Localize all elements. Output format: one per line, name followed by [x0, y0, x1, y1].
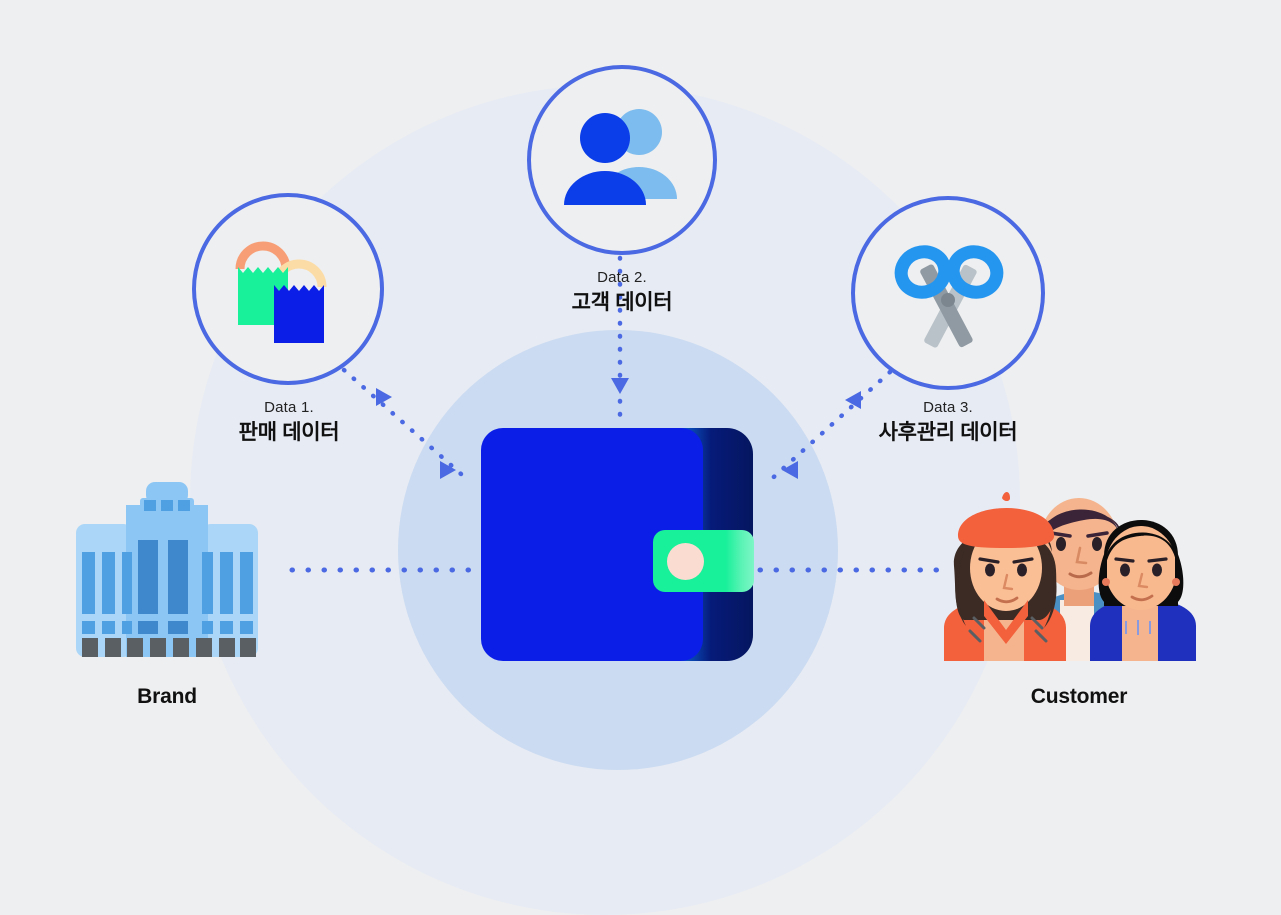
wallet-strap	[653, 530, 754, 592]
label-data-3-title: 사후관리 데이터	[878, 421, 1018, 444]
scissors-icon	[894, 245, 1004, 348]
office-building-icon	[76, 482, 258, 657]
node-data-2[interactable]	[527, 65, 717, 255]
diagram-canvas: Data 1. 판매 데이터 Data 2. 고객 데이터 Data 3. 사후…	[0, 0, 1281, 915]
label-data-2: Data 2. 고객 데이터	[523, 268, 721, 316]
label-data-2-title: 고객 데이터	[571, 291, 673, 314]
label-data-2-eyebrow: Data 2.	[597, 269, 647, 286]
shopping-bags-icon	[235, 241, 327, 343]
label-data-3: Data 3. 사후관리 데이터	[848, 398, 1048, 446]
label-data-1-title: 판매 데이터	[238, 421, 340, 444]
wallet-clasp-dot	[667, 543, 704, 580]
customer-label: Customer	[1030, 685, 1128, 708]
brand-label: Brand	[137, 685, 197, 708]
node-data-1[interactable]	[192, 193, 384, 385]
label-data-1: Data 1. 판매 데이터	[190, 398, 388, 446]
label-data-3-eyebrow: Data 3.	[923, 399, 973, 416]
people-icon	[564, 109, 677, 205]
customer-group-icon	[944, 492, 1196, 661]
wallet-icon[interactable]	[481, 428, 754, 661]
node-data-3[interactable]	[851, 196, 1045, 390]
label-data-1-eyebrow: Data 1.	[264, 399, 314, 416]
